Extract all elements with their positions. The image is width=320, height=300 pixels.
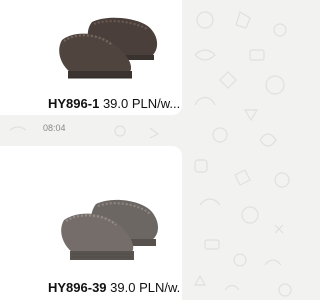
product-code: HY896-39 <box>48 280 107 295</box>
product-photo-grey-slippers[interactable] <box>0 160 182 280</box>
message-timestamp: 08:04 <box>43 123 66 133</box>
product-caption-1: HY896-1 39.0 PLN/w... <box>48 96 180 111</box>
product-photo-brown-slippers[interactable] <box>0 0 182 92</box>
product-price: 39.0 PLN/w... <box>110 280 180 295</box>
product-code: HY896-1 <box>48 96 100 111</box>
product-message-2[interactable]: HY896-39 39.0 PLN/w... <box>0 146 182 300</box>
product-price: 39.0 PLN/w... <box>102 96 180 111</box>
product-caption-2: HY896-39 39.0 PLN/w... <box>48 280 180 295</box>
product-message-1[interactable]: HY896-1 39.0 PLN/w... <box>0 0 182 115</box>
